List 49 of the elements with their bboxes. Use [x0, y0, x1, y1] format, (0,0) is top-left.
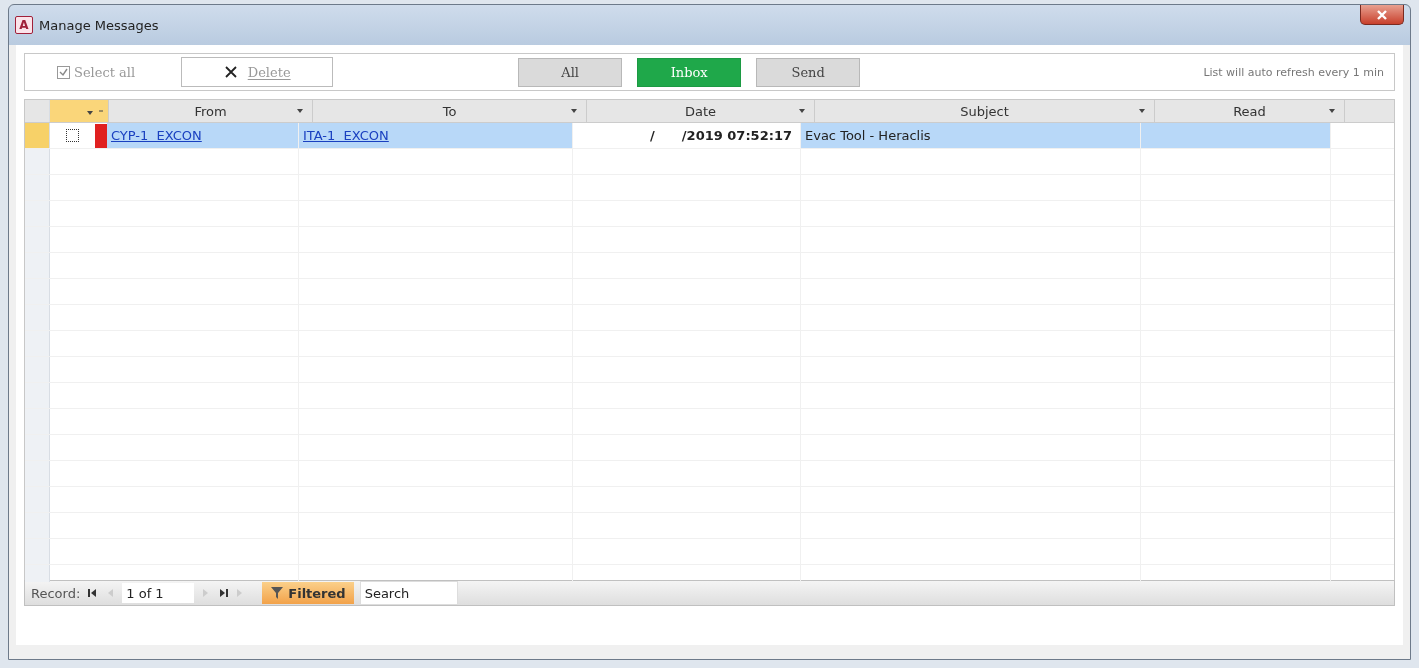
row-selector[interactable] — [25, 201, 50, 226]
refresh-note: List will auto refresh every 1 min — [1203, 65, 1384, 79]
row-selector[interactable] — [25, 435, 50, 460]
row-selector[interactable] — [25, 409, 50, 434]
column-header[interactable]: Date — [684, 103, 717, 119]
row-selector[interactable] — [25, 357, 50, 382]
dash-icon — [98, 108, 104, 114]
check-icon — [59, 67, 68, 77]
row-selector[interactable] — [25, 227, 50, 252]
row-selector[interactable] — [25, 539, 50, 564]
recipient-link[interactable]: ITA-1 EXCON — [303, 128, 389, 143]
funnel-icon — [270, 586, 285, 600]
dropdown-arrow-icon[interactable] — [1138, 108, 1146, 114]
row-selector[interactable] — [25, 487, 50, 512]
filter-toggle[interactable]: Filtered — [262, 582, 354, 604]
dropdown-arrow-icon[interactable] — [1328, 108, 1336, 114]
close-button[interactable] — [1360, 5, 1404, 25]
dropdown-arrow-icon[interactable] — [296, 108, 304, 114]
table-cell: / /2019 07:52:17 — [649, 128, 792, 143]
window-title: Manage Messages — [39, 17, 159, 33]
search-field[interactable]: Search — [359, 581, 458, 605]
row-selector[interactable] — [25, 123, 50, 148]
row-selector[interactable] — [25, 279, 50, 304]
row-selector[interactable] — [25, 461, 50, 486]
row-checkbox[interactable] — [66, 129, 79, 142]
dropdown-arrow-icon[interactable] — [798, 108, 806, 114]
row-selector[interactable] — [25, 175, 50, 200]
record-position-field[interactable]: 1 of 1 — [122, 583, 195, 603]
x-icon — [223, 65, 238, 79]
row-selector[interactable] — [25, 331, 50, 356]
row-selector[interactable] — [25, 513, 50, 538]
column-header[interactable]: To — [442, 103, 457, 119]
dropdown-arrow-icon[interactable] — [86, 109, 94, 116]
column-header[interactable]: From — [194, 103, 227, 119]
app-icon: A — [15, 16, 33, 34]
row-selector[interactable] — [25, 305, 50, 330]
row-selector[interactable] — [25, 383, 50, 408]
last-record-icon[interactable] — [218, 587, 231, 599]
record-label: Record: — [31, 585, 81, 601]
column-header[interactable]: Read — [1233, 103, 1266, 119]
close-icon — [1376, 9, 1388, 20]
table-cell: Evac Tool - Heraclis — [805, 128, 931, 143]
filter-tab[interactable]: All — [518, 57, 623, 87]
row-selector[interactable] — [25, 149, 50, 174]
row-selector[interactable] — [25, 253, 50, 278]
filter-tab[interactable]: Send — [756, 57, 861, 87]
column-header[interactable]: Subject — [960, 103, 1009, 119]
first-record-icon[interactable] — [86, 587, 99, 599]
dropdown-arrow-icon[interactable] — [570, 108, 578, 114]
